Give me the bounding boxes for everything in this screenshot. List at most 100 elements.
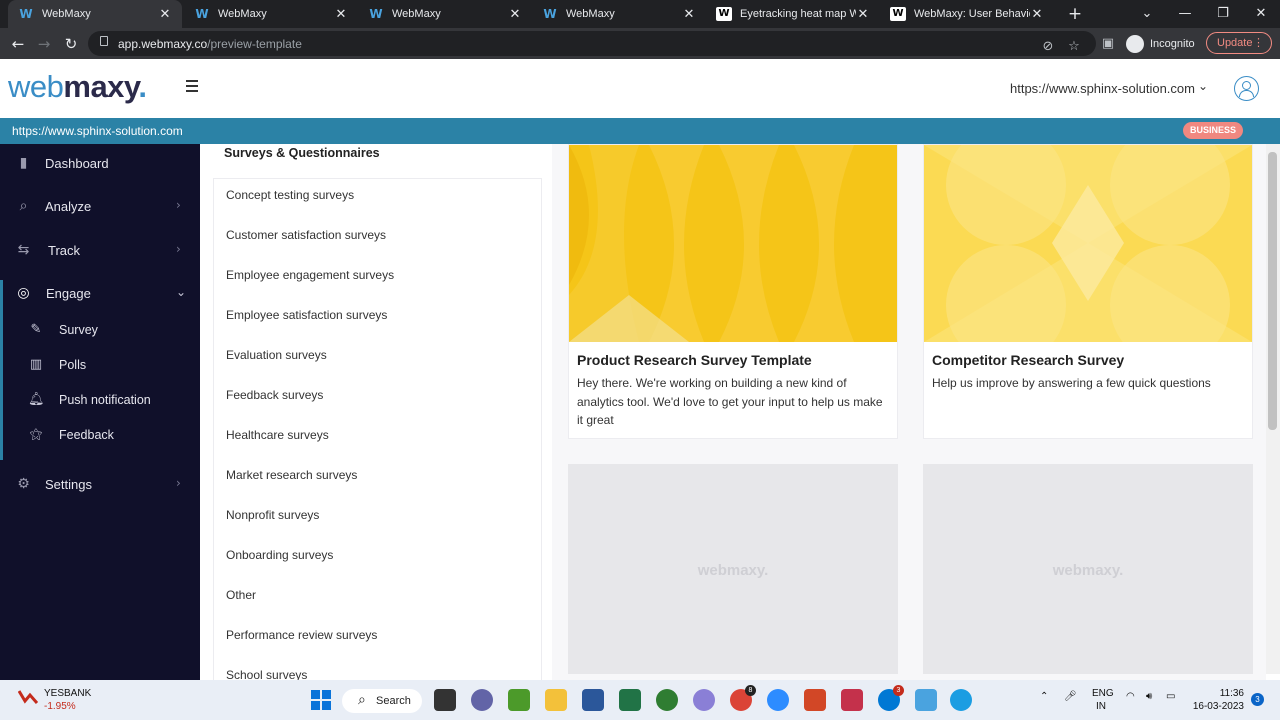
close-tab-icon[interactable]: ✕ [682, 6, 696, 22]
word-icon[interactable] [582, 689, 604, 711]
taskbar-search-label: Search [376, 695, 411, 707]
file-explorer-icon[interactable] [545, 689, 567, 711]
chevron-down-icon[interactable]: ⌄ [1198, 79, 1208, 93]
minimize-icon[interactable]: — [1166, 0, 1204, 28]
category-item[interactable]: Healthcare surveys [226, 428, 329, 442]
notification-badge[interactable]: 3 [1251, 693, 1264, 706]
category-item[interactable]: Market research surveys [226, 468, 357, 482]
incognito-indicator[interactable]: Incognito [1126, 33, 1195, 55]
tab-search-chevron-icon[interactable]: ⌄ [1128, 0, 1166, 28]
category-item[interactable]: Concept testing surveys [226, 188, 354, 202]
side-panel-icon[interactable]: ▣ [1100, 36, 1116, 52]
chrome-icon[interactable]: 8 [730, 685, 756, 711]
category-item[interactable]: School surveys [226, 668, 307, 680]
webmaxy-logo[interactable]: webmaxy. [8, 69, 147, 105]
close-tab-icon[interactable]: ✕ [1030, 6, 1044, 22]
sidebar-item-analyze[interactable]: ⌕ Analyze › [0, 188, 200, 224]
category-item[interactable]: Other [226, 588, 256, 602]
app-circle-icon[interactable] [693, 689, 715, 711]
sidebar-item-settings[interactable]: ⚙ Settings › [0, 466, 200, 502]
site-selector[interactable]: https://www.sphinx-solution.com [1010, 81, 1195, 96]
wifi-icon[interactable]: ◠ [1126, 691, 1135, 702]
sidebar-item-dashboard[interactable]: ▮ Dashboard [0, 145, 200, 181]
placeholder-logo: webmaxy. [1052, 562, 1124, 579]
feedback-app-icon[interactable] [841, 689, 863, 711]
microphone-icon[interactable]: 🎤︎ [1064, 691, 1077, 702]
close-tab-icon[interactable]: ✕ [508, 6, 522, 22]
clock-date[interactable]: 16-03-2023 [1190, 701, 1244, 712]
close-tab-icon[interactable]: ✕ [856, 6, 870, 22]
category-item[interactable]: Onboarding surveys [226, 548, 333, 562]
sidebar-subitem-push-notification[interactable]: 🔔︎ Push notification [0, 385, 200, 415]
mail-icon[interactable]: 3 [878, 685, 904, 711]
template-card[interactable]: Competitor Research Survey Help us impro… [923, 144, 1253, 439]
sidebar-subitem-feedback[interactable]: ⚝ Feedback [0, 420, 200, 450]
bookmark-star-icon[interactable]: ☆ [1066, 39, 1082, 55]
site-strip: https://www.sphinx-solution.com BUSINESS [0, 118, 1280, 144]
app-header: webmaxy. https://www.sphinx-solution.com… [0, 59, 1280, 118]
tray-overflow-icon[interactable]: ⌃ [1040, 691, 1048, 702]
photo-editor-icon[interactable] [508, 689, 530, 711]
stock-widget[interactable]: YESBANK -1.95% [17, 687, 91, 712]
taskbar-search[interactable]: ⌕ Search [342, 689, 422, 713]
category-item[interactable]: Performance review surveys [226, 628, 377, 642]
browser-tab[interactable]: W WebMaxy ✕ [358, 0, 532, 28]
back-icon[interactable]: ← [6, 32, 30, 56]
template-placeholder-card[interactable]: webmaxy. [568, 464, 898, 674]
template-card[interactable]: Product Research Survey Template Hey the… [568, 144, 898, 439]
url-input[interactable]: app.webmaxy.co/preview-template ⊘ ☆ [88, 31, 1096, 56]
zoom-icon[interactable] [767, 689, 789, 711]
update-label: Update [1217, 37, 1253, 49]
xbox-icon[interactable] [656, 689, 678, 711]
analyze-icon: ⌕ [19, 198, 28, 214]
language-line2: IN [1096, 701, 1106, 712]
plan-badge: BUSINESS [1183, 122, 1244, 139]
browser-tab[interactable]: W WebMaxy ✕ [184, 0, 358, 28]
user-avatar-icon[interactable] [1234, 76, 1259, 101]
browser-tab[interactable]: W Eyetracking heat map Wiki ✕ [706, 0, 880, 28]
category-list[interactable]: Concept testing surveys Customer satisfa… [213, 178, 542, 680]
close-tab-icon[interactable]: ✕ [158, 6, 172, 22]
sidebar-subitem-polls[interactable]: ▥ Polls [0, 350, 200, 380]
template-placeholder-card[interactable]: webmaxy. [923, 464, 1253, 674]
lock-icon [100, 36, 108, 46]
scrollbar-thumb[interactable] [1268, 152, 1277, 430]
battery-icon[interactable]: ▭ [1166, 691, 1175, 702]
powerpoint-icon[interactable] [804, 689, 826, 711]
eye-off-icon[interactable]: ⊘ [1040, 39, 1056, 55]
address-bar-row: ← → ↻ app.webmaxy.co/preview-template ⊘ … [0, 28, 1280, 59]
reload-icon[interactable]: ↻ [59, 32, 83, 56]
language-line1[interactable]: ENG [1092, 688, 1114, 699]
clock-time[interactable]: 11:36 [1196, 688, 1244, 699]
browser-tab[interactable]: W WebMaxy: User Behavior A ✕ [880, 0, 1054, 28]
edge-icon[interactable] [950, 689, 972, 711]
track-icon: ⇆ [17, 242, 30, 258]
forward-icon[interactable]: → [32, 32, 56, 56]
close-tab-icon[interactable]: ✕ [334, 6, 348, 22]
template-description: Help us improve by answering a few quick… [932, 376, 1211, 390]
sidebar-item-label: Settings [45, 477, 92, 492]
category-item[interactable]: Customer satisfaction surveys [226, 228, 386, 242]
category-item[interactable]: Feedback surveys [226, 388, 323, 402]
task-view-icon[interactable] [434, 689, 456, 711]
snipping-tool-icon[interactable] [915, 689, 937, 711]
update-button[interactable]: Update ⋮ [1206, 32, 1272, 54]
hamburger-menu-icon[interactable] [186, 80, 202, 96]
category-item[interactable]: Employee satisfaction surveys [226, 308, 387, 322]
teams-chat-icon[interactable] [471, 689, 493, 711]
new-tab-icon[interactable]: + [1056, 0, 1094, 28]
category-item[interactable]: Evaluation surveys [226, 348, 327, 362]
sidebar-item-engage[interactable]: ◎ Engage ⌄ [0, 275, 200, 311]
restore-icon[interactable]: ❐ [1204, 0, 1242, 28]
excel-icon[interactable] [619, 689, 641, 711]
sidebar-subitem-survey[interactable]: ✎ Survey [0, 315, 200, 345]
sidebar-item-track[interactable]: ⇆ Track › [0, 232, 200, 268]
url-path: /preview-template [207, 37, 302, 51]
volume-icon[interactable]: 🔊︎ [1146, 691, 1152, 702]
close-window-icon[interactable]: ✕ [1242, 0, 1280, 28]
start-windows-icon[interactable] [310, 689, 332, 711]
browser-tab[interactable]: W WebMaxy ✕ [532, 0, 706, 28]
category-item[interactable]: Employee engagement surveys [226, 268, 394, 282]
browser-tab[interactable]: W WebMaxy ✕ [8, 0, 182, 28]
category-item[interactable]: Nonprofit surveys [226, 508, 319, 522]
